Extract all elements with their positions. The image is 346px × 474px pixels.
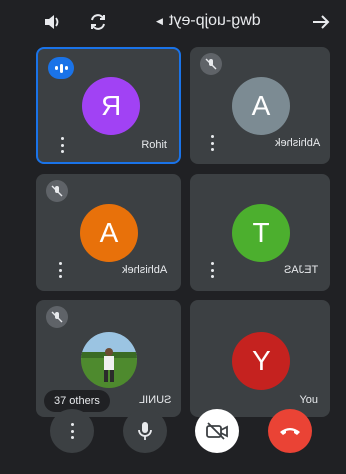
more-options-button[interactable]: [50, 409, 94, 453]
tile-menu-icon[interactable]: [208, 135, 216, 151]
mic-off-icon: [200, 53, 222, 75]
participant-tile-sunil[interactable]: 37 others SUNIL: [36, 300, 181, 417]
meeting-code: dwg-uojp-eyt: [168, 12, 261, 29]
mic-off-icon: [46, 180, 68, 202]
top-bar: ◀ dwg-uojp-eyt: [0, 0, 346, 44]
tile-menu-icon[interactable]: [56, 262, 64, 278]
audio-output-icon[interactable]: [42, 11, 64, 33]
more-options-icon: [68, 423, 76, 439]
participant-name: Abhishek: [121, 264, 167, 276]
avatar: A: [80, 204, 138, 262]
participant-photo: [81, 332, 137, 388]
participant-name: SUNIL: [138, 394, 171, 406]
speaking-indicator-icon: [48, 57, 74, 79]
tile-menu-icon[interactable]: [208, 262, 216, 278]
meet-call-screen: ◀ dwg-uojp-eyt R Rohit A Abhishek A Abhi…: [0, 0, 346, 474]
participant-name: You: [299, 394, 318, 406]
participant-name: Abhishek: [274, 137, 320, 149]
switch-camera-icon[interactable]: [87, 11, 109, 33]
microphone-button[interactable]: [123, 409, 167, 453]
participant-tile-tejas[interactable]: T TEJAS: [190, 174, 330, 291]
avatar: A: [232, 77, 290, 135]
participant-tile-rohit[interactable]: R Rohit: [36, 47, 181, 164]
participant-tile-you[interactable]: Y You: [190, 300, 330, 417]
meeting-code-selector[interactable]: ◀ dwg-uojp-eyt: [156, 12, 261, 30]
participant-name: Rohit: [141, 139, 167, 151]
end-call-icon: [280, 428, 300, 435]
tile-menu-icon[interactable]: [58, 137, 66, 153]
participant-tile-abhishek-2[interactable]: A Abhishek: [36, 174, 181, 291]
participant-tile-abhishek[interactable]: A Abhishek: [190, 47, 330, 164]
chevron-down-icon: ◀: [156, 15, 163, 26]
end-call-button[interactable]: [268, 409, 312, 453]
microphone-icon: [138, 422, 152, 440]
back-arrow-icon[interactable]: [310, 11, 332, 33]
mic-off-icon: [46, 306, 68, 328]
camera-off-icon: [206, 422, 228, 440]
avatar: T: [232, 204, 290, 262]
avatar: R: [82, 77, 140, 135]
avatar: Y: [232, 332, 290, 390]
participant-name: TEJAS: [283, 264, 318, 276]
camera-toggle-button[interactable]: [195, 409, 239, 453]
